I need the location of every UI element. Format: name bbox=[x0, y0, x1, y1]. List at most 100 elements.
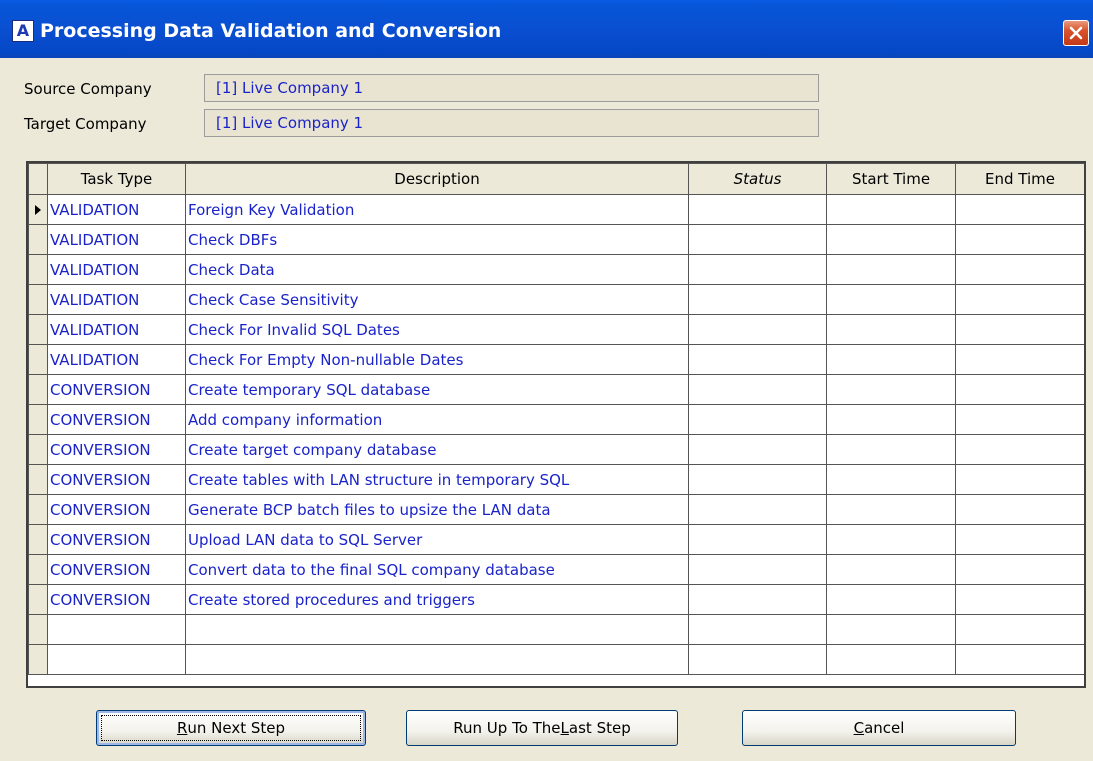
cell-task-type[interactable]: CONVERSION bbox=[47, 554, 186, 585]
cell-end-time[interactable] bbox=[955, 494, 1084, 525]
cell-start-time[interactable] bbox=[826, 254, 956, 285]
table-row[interactable] bbox=[28, 614, 1084, 645]
cell-end-time[interactable] bbox=[955, 524, 1084, 555]
cell-description[interactable]: Convert data to the final SQL company da… bbox=[185, 554, 689, 585]
cell-end-time[interactable] bbox=[955, 644, 1084, 675]
table-row[interactable]: CONVERSION Convert data to the final SQL … bbox=[28, 554, 1084, 585]
cell-status[interactable] bbox=[688, 254, 827, 285]
cell-task-type[interactable]: VALIDATION bbox=[47, 314, 186, 345]
cell-start-time[interactable] bbox=[826, 344, 956, 375]
column-header-end-time[interactable]: End Time bbox=[955, 163, 1084, 195]
cell-status[interactable] bbox=[688, 344, 827, 375]
row-selector[interactable] bbox=[28, 434, 48, 465]
cell-start-time[interactable] bbox=[826, 284, 956, 315]
cell-status[interactable] bbox=[688, 524, 827, 555]
row-selector[interactable] bbox=[28, 554, 48, 585]
row-selector[interactable] bbox=[28, 194, 48, 225]
cell-task-type[interactable]: VALIDATION bbox=[47, 284, 186, 315]
cell-task-type[interactable]: CONVERSION bbox=[47, 524, 186, 555]
row-selector[interactable] bbox=[28, 614, 48, 645]
cell-status[interactable] bbox=[688, 494, 827, 525]
cell-start-time[interactable] bbox=[826, 464, 956, 495]
cell-end-time[interactable] bbox=[955, 374, 1084, 405]
cell-description[interactable]: Create stored procedures and triggers bbox=[185, 584, 689, 615]
cell-status[interactable] bbox=[688, 404, 827, 435]
cell-start-time[interactable] bbox=[826, 224, 956, 255]
cell-description[interactable]: Check For Invalid SQL Dates bbox=[185, 314, 689, 345]
cell-status[interactable] bbox=[688, 644, 827, 675]
cell-start-time[interactable] bbox=[826, 494, 956, 525]
row-selector[interactable] bbox=[28, 374, 48, 405]
cell-start-time[interactable] bbox=[826, 434, 956, 465]
row-selector[interactable] bbox=[28, 494, 48, 525]
cell-description[interactable]: Check Data bbox=[185, 254, 689, 285]
cell-task-type[interactable]: CONVERSION bbox=[47, 494, 186, 525]
cell-status[interactable] bbox=[688, 554, 827, 585]
table-row[interactable]: VALIDATION Check Case Sensitivity bbox=[28, 284, 1084, 315]
cell-description[interactable]: Create target company database bbox=[185, 434, 689, 465]
cell-description[interactable] bbox=[185, 614, 689, 645]
cell-start-time[interactable] bbox=[826, 374, 956, 405]
cell-start-time[interactable] bbox=[826, 314, 956, 345]
column-header-start-time[interactable]: Start Time bbox=[826, 163, 956, 195]
column-header-description[interactable]: Description bbox=[185, 163, 689, 195]
cell-description[interactable]: Add company information bbox=[185, 404, 689, 435]
table-row[interactable]: VALIDATION Foreign Key Validation bbox=[28, 194, 1084, 225]
cell-description[interactable]: Check For Empty Non-nullable Dates bbox=[185, 344, 689, 375]
cell-start-time[interactable] bbox=[826, 404, 956, 435]
cell-description[interactable] bbox=[185, 644, 689, 675]
target-company-field[interactable]: [1] Live Company 1 bbox=[204, 109, 819, 137]
table-row[interactable]: VALIDATION Check Data bbox=[28, 254, 1084, 285]
cell-start-time[interactable] bbox=[826, 194, 956, 225]
cell-task-type[interactable]: CONVERSION bbox=[47, 374, 186, 405]
row-selector[interactable] bbox=[28, 524, 48, 555]
cell-status[interactable] bbox=[688, 614, 827, 645]
run-next-step-button[interactable]: Run Next Step bbox=[96, 710, 366, 746]
cell-description[interactable]: Upload LAN data to SQL Server bbox=[185, 524, 689, 555]
cell-description[interactable]: Check Case Sensitivity bbox=[185, 284, 689, 315]
table-row[interactable]: CONVERSION Create tables with LAN structu… bbox=[28, 464, 1084, 495]
cell-end-time[interactable] bbox=[955, 224, 1084, 255]
source-company-field[interactable]: [1] Live Company 1 bbox=[204, 74, 819, 102]
table-row[interactable]: CONVERSION Create temporary SQL database bbox=[28, 374, 1084, 405]
cell-end-time[interactable] bbox=[955, 404, 1084, 435]
cell-task-type[interactable]: CONVERSION bbox=[47, 464, 186, 495]
cell-task-type[interactable] bbox=[47, 614, 186, 645]
table-row[interactable] bbox=[28, 644, 1084, 675]
cell-status[interactable] bbox=[688, 224, 827, 255]
cell-description[interactable]: Foreign Key Validation bbox=[185, 194, 689, 225]
cell-status[interactable] bbox=[688, 194, 827, 225]
cell-start-time[interactable] bbox=[826, 584, 956, 615]
cell-start-time[interactable] bbox=[826, 554, 956, 585]
table-row[interactable]: CONVERSION Generate BCP batch files to up… bbox=[28, 494, 1084, 525]
row-selector[interactable] bbox=[28, 314, 48, 345]
row-selector[interactable] bbox=[28, 404, 48, 435]
cell-start-time[interactable] bbox=[826, 614, 956, 645]
cell-end-time[interactable] bbox=[955, 344, 1084, 375]
cell-status[interactable] bbox=[688, 374, 827, 405]
title-bar[interactable]: A Processing Data Validation and Convers… bbox=[0, 0, 1093, 58]
cell-description[interactable]: Create temporary SQL database bbox=[185, 374, 689, 405]
table-row[interactable]: VALIDATION Check For Empty Non-nullable D… bbox=[28, 344, 1084, 375]
cell-end-time[interactable] bbox=[955, 284, 1084, 315]
table-row[interactable]: CONVERSION Create target company database bbox=[28, 434, 1084, 465]
task-grid[interactable]: Task Type Description Status Start Time … bbox=[26, 161, 1086, 688]
cell-description[interactable]: Generate BCP batch files to upsize the L… bbox=[185, 494, 689, 525]
cell-end-time[interactable] bbox=[955, 584, 1084, 615]
table-row[interactable]: CONVERSION Add company information bbox=[28, 404, 1084, 435]
cell-end-time[interactable] bbox=[955, 464, 1084, 495]
cell-task-type[interactable]: VALIDATION bbox=[47, 194, 186, 225]
table-row[interactable]: CONVERSION Create stored procedures and t… bbox=[28, 584, 1084, 615]
close-button[interactable] bbox=[1063, 20, 1089, 46]
cell-task-type[interactable]: VALIDATION bbox=[47, 344, 186, 375]
cell-status[interactable] bbox=[688, 284, 827, 315]
cell-task-type[interactable]: VALIDATION bbox=[47, 254, 186, 285]
row-selector[interactable] bbox=[28, 584, 48, 615]
row-selector[interactable] bbox=[28, 224, 48, 255]
row-selector[interactable] bbox=[28, 644, 48, 675]
row-selector[interactable] bbox=[28, 344, 48, 375]
run-to-last-step-button[interactable]: Run Up To The Last Step bbox=[406, 710, 678, 746]
table-row[interactable]: CONVERSION Upload LAN data to SQL Server bbox=[28, 524, 1084, 555]
column-header-task-type[interactable]: Task Type bbox=[47, 163, 186, 195]
cancel-button[interactable]: Cancel bbox=[742, 710, 1016, 746]
